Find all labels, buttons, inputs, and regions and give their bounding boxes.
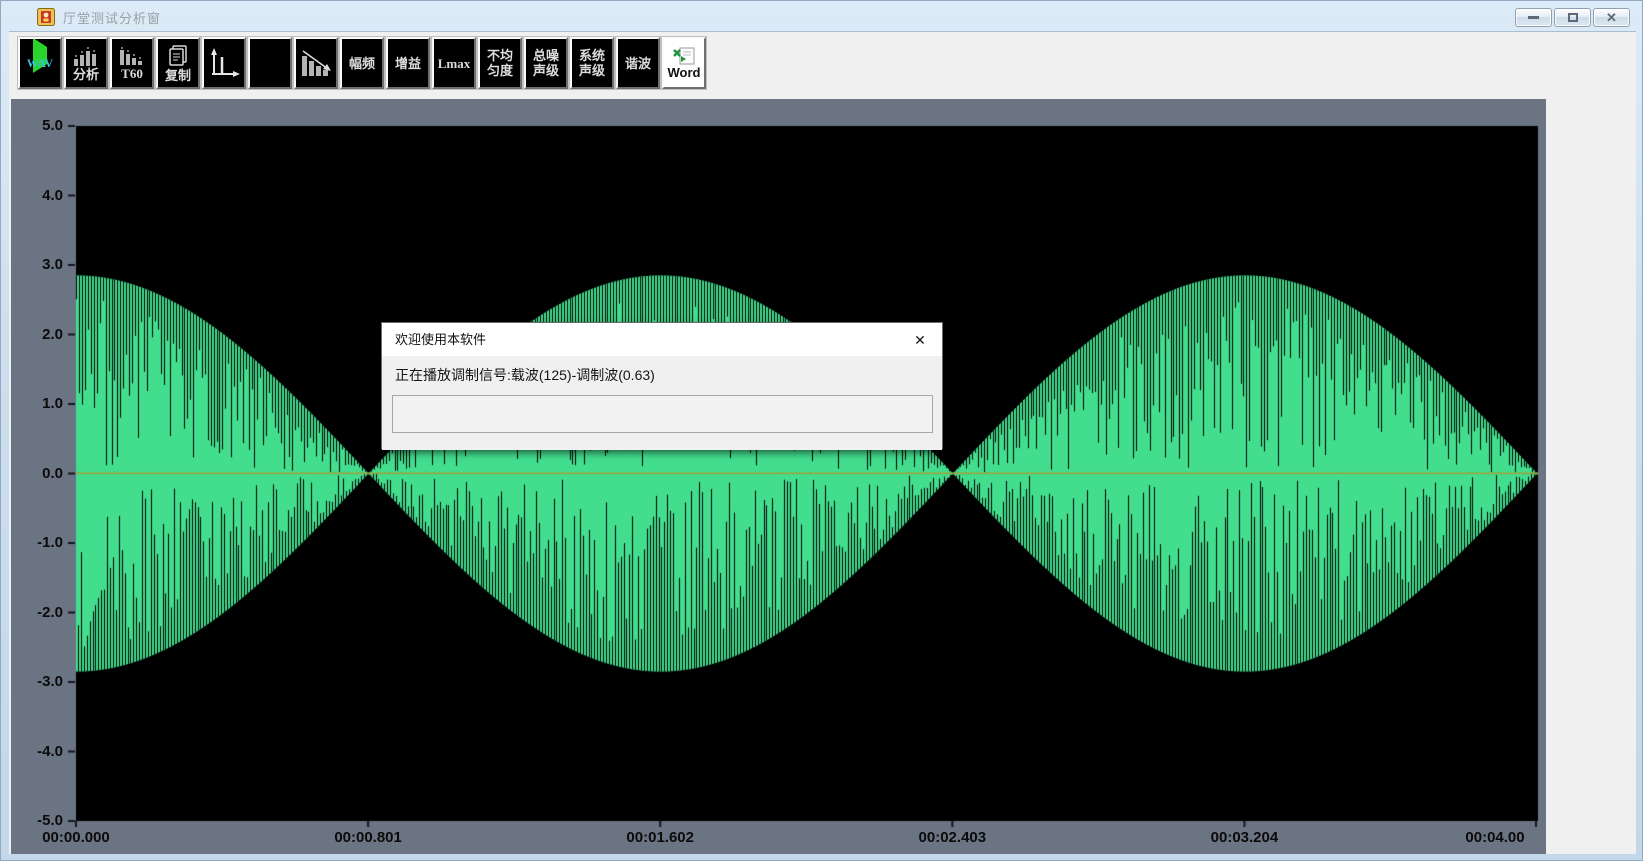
client-area: WAV分析T60复制幅频增益Lmax不均匀度总噪声级系统声级谐波Word 5.0… [9,31,1636,854]
y-tick-label: -4.0 [19,742,63,762]
y-tick-label: -5.0 [19,811,63,831]
dialog-close-icon[interactable]: ✕ [911,331,929,349]
toolbar-button-analyze[interactable]: 分析 [64,37,108,89]
title-bar[interactable]: 厅堂测试分析窗 ✕ [1,1,1642,31]
bar-chart-icon [71,45,101,67]
toolbar-button-axes[interactable] [202,37,246,89]
y-tick-label: 3.0 [19,255,63,275]
toolbar-button-label: 复制 [165,68,191,83]
y-tick-label: 4.0 [19,186,63,206]
x-tick-label: 00:02.403 [905,829,999,847]
toolbar-button-wav[interactable]: WAV [18,37,62,89]
welcome-dialog: 欢迎使用本软件 ✕ 正在播放调制信号:载波(125)-调制波(0.63) [381,322,943,449]
toolbar-button-label: 不均 [487,48,513,63]
toolbar-button-label: WAV [27,56,53,71]
axes-icon [207,47,241,79]
toolbar-button-word[interactable]: Word [662,37,706,89]
toolbar: WAV分析T60复制幅频增益Lmax不均匀度总噪声级系统声级谐波Word [18,37,708,89]
toolbar-button-label: 系统 [579,48,605,63]
toolbar-button-label2: 声级 [579,63,605,78]
toolbar-button-harmonics[interactable]: 谐波 [616,37,660,89]
dialog-message: 正在播放调制信号:载波(125)-调制波(0.63) [395,365,655,385]
toolbar-button-label2: 匀度 [487,63,513,78]
toolbar-button-label: T60 [121,66,143,81]
toolbar-button-label: 分析 [73,67,99,82]
x-tick-label: 00:03.204 [1197,829,1291,847]
close-icon: ✕ [1606,11,1617,24]
y-tick-label: 5.0 [19,116,63,136]
histogram-decay-icon [299,48,333,78]
toolbar-button-label: 谐波 [625,56,651,71]
y-tick-label: 2.0 [19,325,63,345]
toolbar-button-copy[interactable]: 复制 [156,37,200,89]
dialog-title: 欢迎使用本软件 [395,323,486,356]
dialog-progress-bar [392,395,933,433]
close-button[interactable]: ✕ [1593,8,1630,27]
x-tick-label: 00:00.801 [321,829,415,847]
toolbar-button-lmax[interactable]: Lmax [432,37,476,89]
toolbar-button-label: Lmax [438,56,471,71]
y-tick-label: -2.0 [19,603,63,623]
dialog-title-bar[interactable]: 欢迎使用本软件 ✕ [382,323,942,356]
y-tick-label: -3.0 [19,672,63,692]
x-tick-label: 00:00.000 [29,829,123,847]
window-controls: ✕ [1515,8,1630,27]
minimize-button[interactable] [1515,8,1552,27]
x-tick-label: 00:01.602 [613,829,707,847]
toolbar-button-label2: 声级 [533,63,559,78]
toolbar-button-gain[interactable]: 增益 [386,37,430,89]
window-title: 厅堂测试分析窗 [63,8,161,27]
y-tick-label: 0.0 [19,464,63,484]
waveform-chart-panel: 5.04.03.02.01.00.0-1.0-2.0-3.0-4.0-5.000… [11,99,1546,854]
toolbar-button-label: 幅频 [349,56,375,71]
toolbar-button-label: Word [668,65,701,80]
toolbar-button-t60[interactable]: T60 [110,37,154,89]
app-icon [37,8,55,26]
t60-decay-icon [117,46,147,66]
x-tick-label: 00:04.00 [1448,829,1542,847]
maximize-button[interactable] [1554,8,1591,27]
toolbar-button-nonuniformity[interactable]: 不均匀度 [478,37,522,89]
minimize-icon [1528,16,1539,19]
toolbar-button-total-noise[interactable]: 总噪声级 [524,37,568,89]
toolbar-button-amp-freq[interactable]: 幅频 [340,37,384,89]
copy-icon [165,44,191,68]
toolbar-button-label: 增益 [395,56,421,71]
maximize-icon [1568,13,1578,22]
y-tick-label: -1.0 [19,533,63,553]
dialog-body: 正在播放调制信号:载波(125)-调制波(0.63) [382,356,942,450]
toolbar-button-system-level[interactable]: 系统声级 [570,37,614,89]
y-tick-label: 1.0 [19,394,63,414]
word-export-icon [672,47,696,65]
toolbar-button-waveform[interactable] [248,37,292,89]
toolbar-button-spectrum-decay[interactable] [294,37,338,89]
waveform-canvas[interactable] [11,99,1546,854]
app-window: 厅堂测试分析窗 ✕ WAV分析T60复制幅频增益Lmax不均匀度总噪声级系统声级… [0,0,1643,861]
toolbar-button-label: 总噪 [533,48,559,63]
